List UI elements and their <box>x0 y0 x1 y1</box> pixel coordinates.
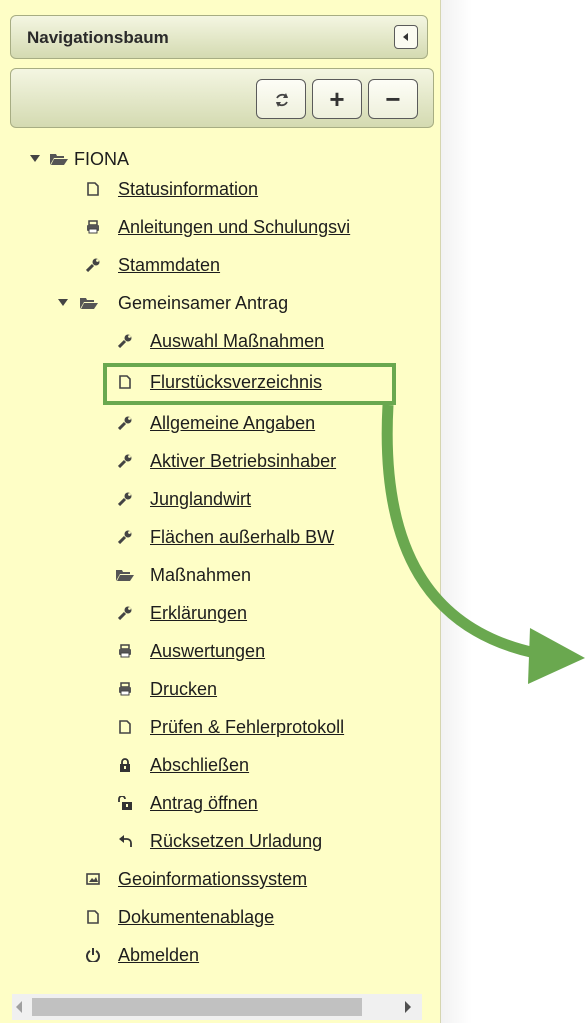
wrench-icon <box>118 492 132 506</box>
printer-icon <box>87 220 99 234</box>
undo-icon <box>119 835 132 847</box>
folder-open-icon <box>116 570 134 581</box>
navigation-panel: Navigationsbaum + − FIONA Statusinformat… <box>0 0 441 1023</box>
image-icon <box>86 873 100 885</box>
expanded-caret-icon[interactable] <box>30 155 40 163</box>
scroll-right-icon[interactable] <box>405 1001 412 1013</box>
lock-icon <box>120 758 130 772</box>
highlight-box <box>103 363 396 405</box>
wrench-icon <box>118 454 132 468</box>
expanded-caret-icon[interactable] <box>58 299 68 307</box>
unlock-icon <box>118 796 132 810</box>
wrench-icon <box>86 258 100 272</box>
printer-icon <box>119 682 131 696</box>
expand-all-button[interactable]: + <box>312 79 362 119</box>
collapse-panel-button[interactable] <box>394 25 418 49</box>
power-icon <box>86 948 100 962</box>
wrench-icon <box>118 416 132 430</box>
tree-toolbar: + − <box>10 68 434 128</box>
document-icon <box>119 720 131 734</box>
horizontal-scrollbar[interactable] <box>12 994 422 1020</box>
scroll-left-icon[interactable] <box>16 1001 23 1013</box>
caret-left-icon <box>403 33 408 41</box>
collapse-all-button[interactable]: − <box>368 79 418 119</box>
panel-header: Navigationsbaum <box>10 15 428 59</box>
green-arrow-annotation <box>381 404 585 684</box>
panel-title: Navigationsbaum <box>27 28 169 47</box>
folder-open-icon <box>50 154 68 165</box>
wrench-icon <box>118 606 132 620</box>
document-icon <box>87 910 99 924</box>
scrollbar-thumb[interactable] <box>32 998 362 1016</box>
refresh-button[interactable] <box>256 79 306 119</box>
tree-root-label: FIONA <box>74 149 130 169</box>
wrench-icon <box>118 334 132 348</box>
folder-open-icon <box>80 298 98 309</box>
printer-icon <box>119 644 131 658</box>
document-icon <box>87 182 99 196</box>
wrench-icon <box>118 530 132 544</box>
refresh-icon <box>276 93 288 107</box>
